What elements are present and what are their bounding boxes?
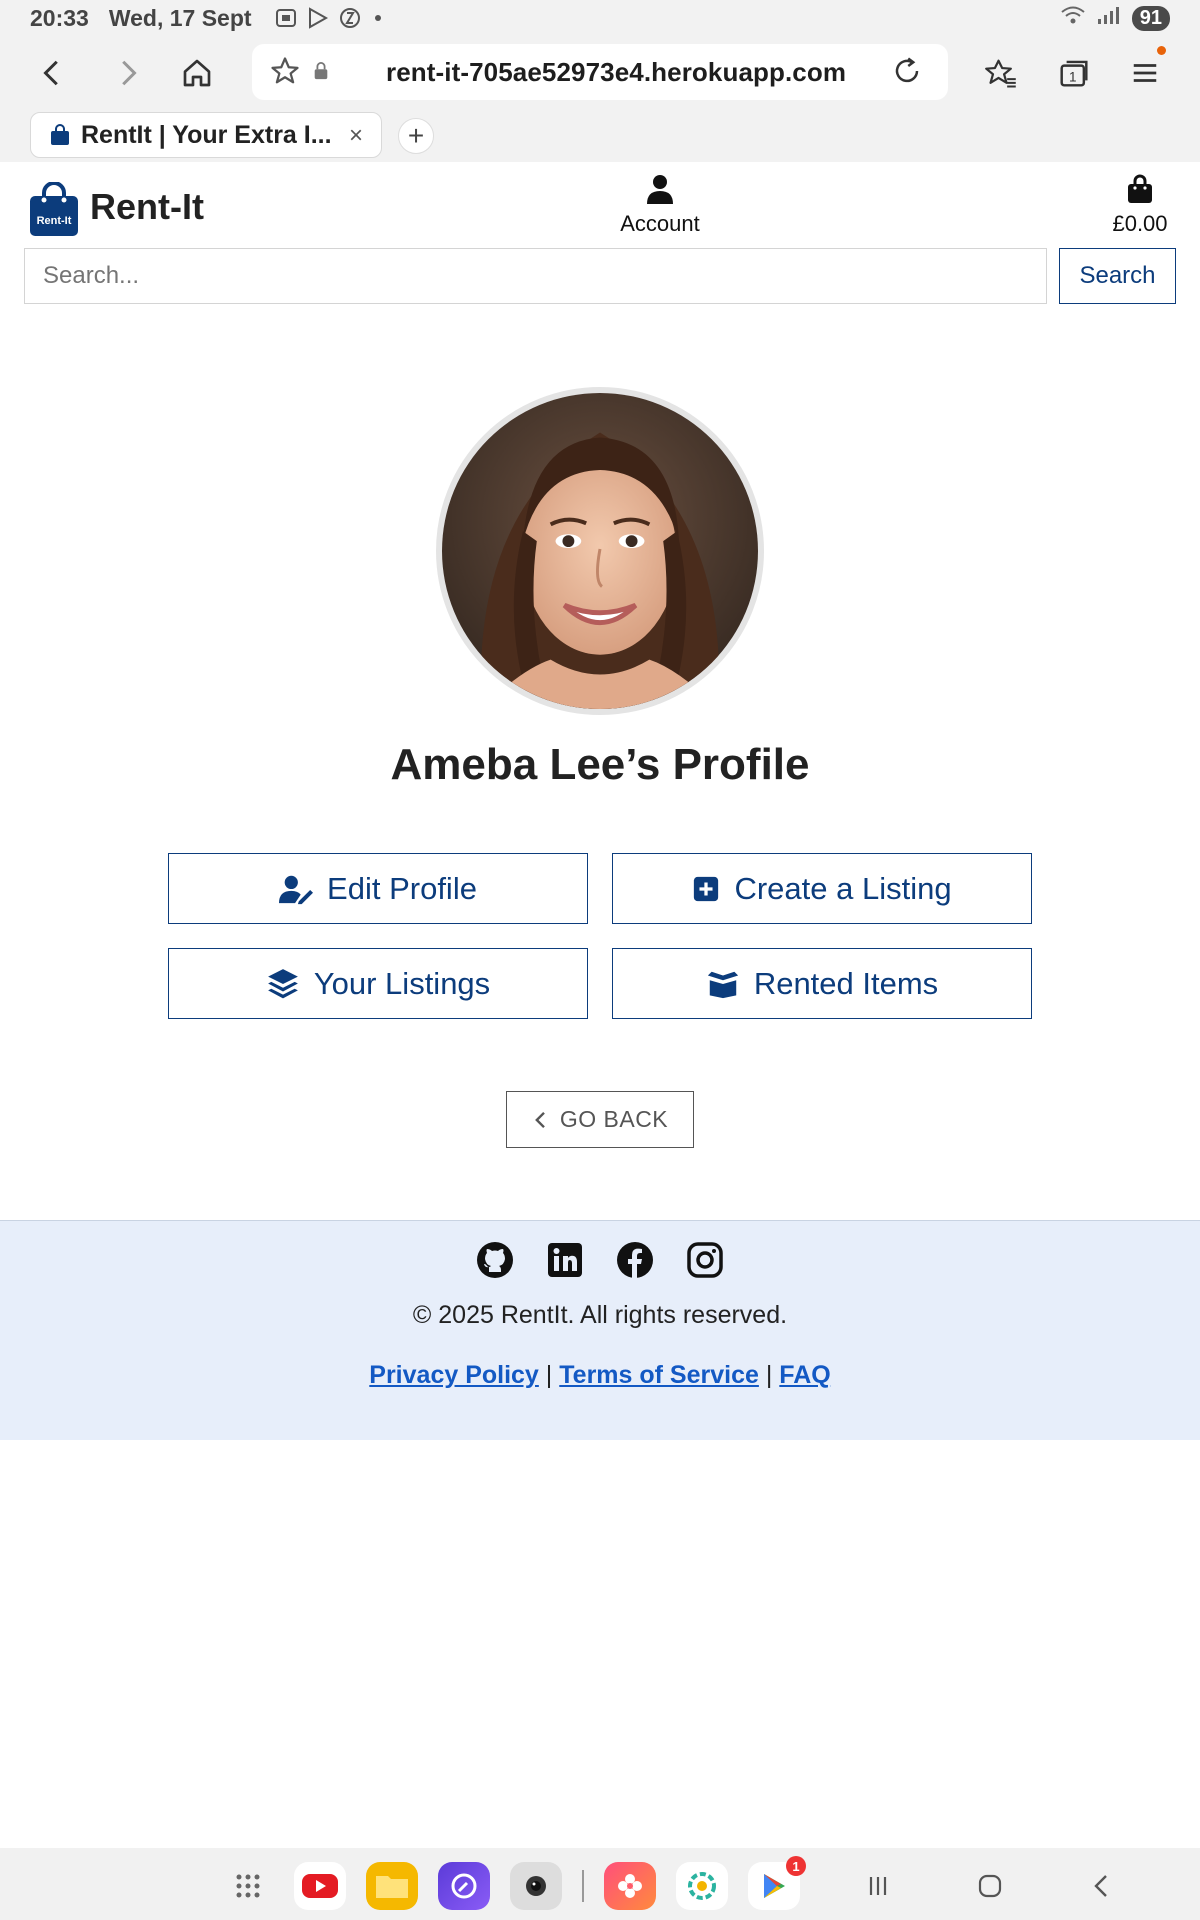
screenshot-icon [274, 7, 298, 29]
bookmark-star-icon[interactable] [270, 56, 300, 91]
search-input[interactable] [24, 248, 1047, 304]
url-text: rent-it-705ae52973e4.herokuapp.com [386, 56, 847, 87]
app-dock: 1 [222, 1856, 806, 1910]
go-back-label: GO BACK [559, 1106, 669, 1132]
tabs-count-icon[interactable]: 1 [1051, 50, 1097, 96]
timer-icon [338, 7, 362, 29]
user-icon [647, 175, 673, 204]
search-form: Search [24, 248, 1176, 304]
status-date: Wed, 17 Sept [108, 4, 252, 31]
dock-separator [582, 1870, 584, 1902]
site-footer: © 2025 RentIt. All rights reserved. Priv… [0, 1220, 1200, 1440]
terms-of-service-link[interactable]: Terms of Service [559, 1361, 759, 1389]
layer-group-icon [267, 968, 298, 998]
update-dot [1157, 46, 1166, 55]
edit-profile-button[interactable]: Edit Profile [168, 853, 588, 924]
notification-badge: 1 [786, 1856, 806, 1876]
rentit-favicon-icon [49, 124, 71, 146]
user-edit-icon [279, 875, 314, 904]
github-icon[interactable] [476, 1241, 514, 1279]
tab-rentit[interactable]: RentIt | Your Extra I... × [30, 112, 382, 158]
notification-icons [274, 7, 394, 29]
chevron-left-icon [534, 1111, 545, 1128]
lock-icon [312, 61, 330, 86]
tab-strip: RentIt | Your Extra I... × + [0, 108, 1200, 162]
gallery-icon[interactable] [604, 1862, 656, 1910]
privacy-policy-link[interactable]: Privacy Policy [369, 1361, 539, 1389]
status-bar: 20:33 Wed, 17 Sept 91 [0, 0, 1200, 36]
tab-title: RentIt | Your Extra I... [81, 120, 332, 149]
box-open-icon [707, 971, 738, 998]
browser-toolbar: rent-it-705ae52973e4.herokuapp.com 1 [0, 36, 1200, 108]
forward-icon[interactable] [104, 50, 150, 96]
copyright-text: © 2025 RentIt. All rights reserved. [412, 1301, 788, 1329]
files-icon[interactable] [366, 1862, 418, 1910]
menu-icon[interactable] [1122, 50, 1168, 96]
dot-icon [370, 7, 394, 29]
play-store-icon[interactable]: 1 [748, 1856, 806, 1910]
rented-items-label: Rented Items [753, 965, 939, 1001]
faq-link[interactable]: FAQ [779, 1361, 830, 1389]
link-separator: | [765, 1361, 773, 1389]
reload-icon[interactable] [892, 56, 922, 91]
play-icon [306, 7, 330, 29]
camera-icon[interactable] [510, 1862, 562, 1910]
site-header: Rent-It Rent-It Account £0.00 [0, 162, 1200, 252]
back-icon[interactable] [30, 50, 76, 96]
logo-text: Rent-It [37, 215, 72, 227]
account-label: Account [620, 211, 700, 236]
battery-indicator: 91 [1131, 5, 1170, 31]
page-title: Ameba Lee’s Profile [390, 740, 810, 789]
smart-switch-icon[interactable] [676, 1862, 728, 1910]
profile-avatar [436, 387, 764, 715]
facebook-icon[interactable] [616, 1241, 654, 1279]
youtube-icon[interactable] [294, 1862, 346, 1910]
wifi-icon [1060, 4, 1086, 32]
search-button[interactable]: Search [1059, 248, 1176, 304]
signal-icon [1096, 4, 1122, 32]
bookmarks-icon[interactable] [978, 50, 1024, 96]
edit-profile-label: Edit Profile [327, 870, 477, 906]
linkedin-icon[interactable] [546, 1241, 584, 1279]
rented-items-button[interactable]: Rented Items [612, 948, 1032, 1019]
brand-name[interactable]: Rent-It [90, 186, 204, 228]
recent-apps-icon[interactable] [858, 1866, 898, 1906]
status-time: 20:33 [30, 4, 89, 31]
home-nav-icon[interactable] [970, 1866, 1010, 1906]
your-listings-button[interactable]: Your Listings [168, 948, 588, 1019]
svg-text:1: 1 [1069, 70, 1077, 85]
account-link[interactable]: Account [600, 174, 720, 237]
instagram-icon[interactable] [686, 1241, 724, 1279]
home-icon[interactable] [174, 50, 220, 96]
browser-app-icon[interactable] [438, 1862, 490, 1910]
system-navigation-bar: 1 [0, 1848, 1200, 1920]
bag-total: £0.00 [1112, 211, 1168, 236]
new-tab-button[interactable]: + [398, 118, 434, 154]
square-plus-icon [694, 876, 719, 901]
shopping-bag-icon [1128, 174, 1152, 203]
go-back-button[interactable]: GO BACK [506, 1091, 694, 1148]
social-links [0, 1241, 1200, 1279]
back-nav-icon[interactable] [1082, 1866, 1122, 1906]
bag-link[interactable]: £0.00 [1100, 174, 1180, 237]
create-listing-button[interactable]: Create a Listing [612, 853, 1032, 924]
tab-close-icon[interactable]: × [349, 122, 363, 150]
link-separator: | [545, 1361, 553, 1389]
footer-links: Privacy Policy | Terms of Service | FAQ [0, 1361, 1200, 1390]
app-drawer-icon[interactable] [222, 1862, 274, 1910]
address-bar[interactable]: rent-it-705ae52973e4.herokuapp.com [252, 44, 948, 100]
your-listings-label: Your Listings [313, 965, 491, 1001]
rentit-logo[interactable]: Rent-It [28, 181, 80, 238]
create-listing-label: Create a Listing [734, 870, 952, 906]
